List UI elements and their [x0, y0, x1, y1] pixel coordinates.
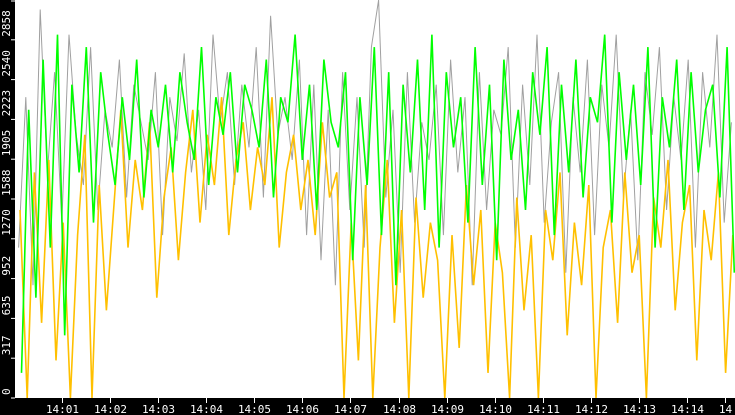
x-tick-label: 14:03 [142, 403, 175, 415]
y-axis: 03176359521270158819052223254028583176 [0, 0, 15, 399]
y-tick-label: 2858 [0, 10, 13, 37]
chart: 03176359521270158819052223254028583176 1… [0, 0, 735, 415]
x-tick-label: 14:02 [94, 403, 127, 415]
chart-svg: 03176359521270158819052223254028583176 1… [0, 0, 735, 415]
x-tick-label: 14:13 [623, 403, 656, 415]
x-tick-label: 14:08 [383, 403, 416, 415]
x-tick-label: 14:12 [575, 403, 608, 415]
x-tick-label: 14:04 [190, 403, 223, 415]
x-tick-label: 14:05 [238, 403, 271, 415]
x-tick-label: 14:10 [479, 403, 512, 415]
y-tick-label: 2540 [0, 50, 13, 77]
y-tick-label: 635 [0, 296, 13, 316]
x-tick-label: 14:06 [286, 403, 319, 415]
y-tick-label: 1588 [0, 170, 13, 197]
y-tick-label: 1270 [0, 209, 13, 236]
y-tick-label: 317 [0, 335, 13, 355]
x-axis: 14:01 14:02 14:03 14:04 14:05 14:06 14:07 14:08… [46, 398, 733, 415]
y-tick-label: 952 [0, 256, 13, 276]
y-tick-label: 2223 [0, 90, 13, 117]
x-tick-label: 14:01 [46, 403, 79, 415]
x-tick-label: 14:11 [527, 403, 560, 415]
x-tick-label: 14:09 [431, 403, 464, 415]
y-tick-label: 0 [0, 388, 13, 395]
x-tick-label: 14:07 [334, 403, 367, 415]
x-tick-label: 14:14 [671, 403, 704, 415]
x-tick-label: 14 [719, 403, 733, 415]
y-tick-label: 1905 [0, 130, 13, 157]
